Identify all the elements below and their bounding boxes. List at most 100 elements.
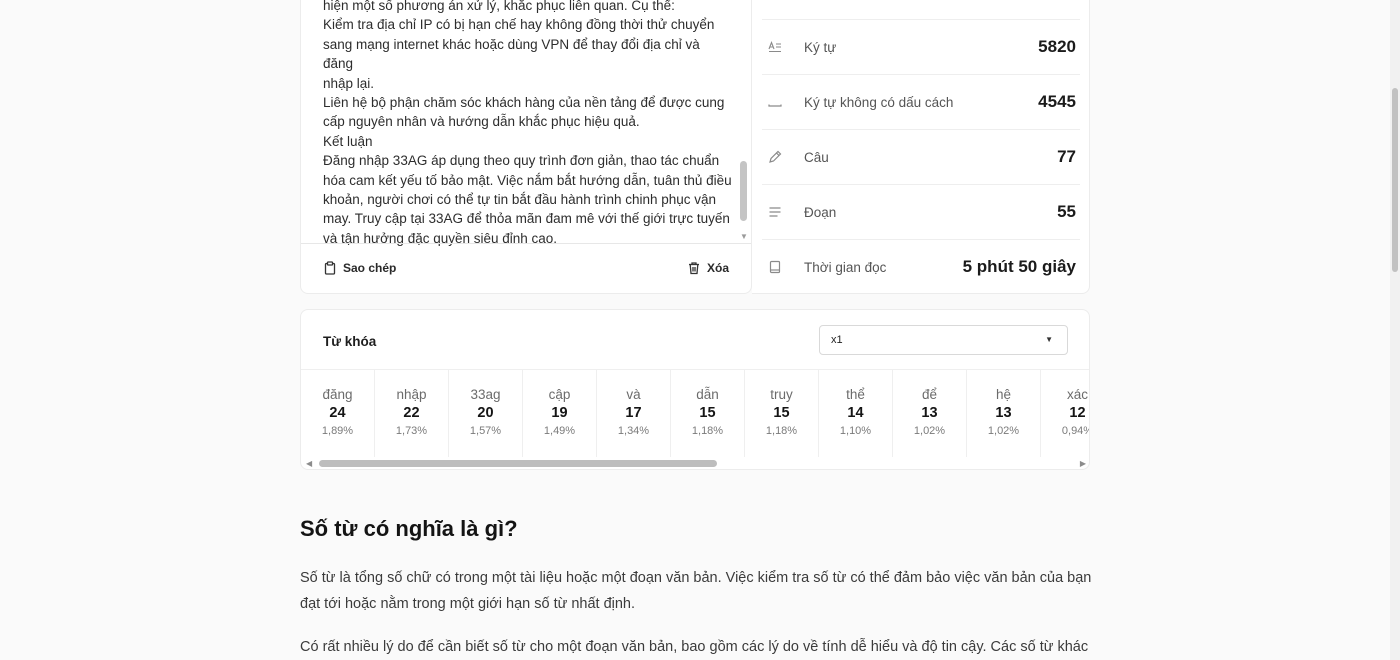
keyword-count: 13	[921, 405, 938, 421]
stat-value: 5820	[1038, 37, 1076, 56]
editor-footer: Sao chép Xóa	[301, 243, 751, 295]
page-scrollbar-thumb[interactable]	[1392, 88, 1398, 272]
keyword-count: 19	[551, 405, 568, 421]
keyword-count: 14	[847, 405, 864, 421]
editor-line: khoản, người chơi có thể tự tin bắt đầu …	[323, 192, 717, 208]
keyword-percent: 1,34%	[617, 425, 650, 437]
keyword-count: 17	[625, 405, 642, 421]
keyword-percent: 1,18%	[765, 425, 798, 437]
paragraph-icon	[768, 205, 782, 219]
keyword-count: 12	[1069, 405, 1086, 421]
keyword-percent: 1,10%	[839, 425, 872, 437]
trash-icon	[688, 262, 699, 275]
stat-label: Thời gian đọc	[804, 259, 887, 275]
keywords-card: Từ khóa x1 ▼ đăng 24 1,89% nhập 22 1,73% 33a…	[300, 309, 1090, 470]
page-scrollbar[interactable]	[1390, 0, 1400, 660]
keyword-item: thể 14 1,10%	[819, 370, 893, 457]
keywords-title: Từ khóa	[323, 334, 377, 349]
keyword-word: xác	[1066, 387, 1088, 402]
keyword-item: và 17 1,34%	[597, 370, 671, 457]
keyword-scrollbar-thumb[interactable]	[319, 460, 717, 467]
keyword-word: truy	[770, 387, 793, 402]
stat-value: 77	[1057, 147, 1076, 166]
clear-label: Xóa	[706, 261, 729, 275]
article-paragraph: Số từ là tổng số chữ có trong một tài li…	[300, 570, 1092, 612]
clipboard-icon	[324, 261, 336, 275]
ngram-select-value: x1	[831, 334, 843, 346]
editor-scrollbar[interactable]: ▼	[739, 1, 749, 241]
keyword-item: cập 19 1,49%	[523, 370, 597, 457]
space-icon	[768, 95, 782, 109]
keyword-item: xác 12 0,94%	[1041, 370, 1090, 457]
keyword-list[interactable]: đăng 24 1,89% nhập 22 1,73% 33ag 20 1,57% cập 1…	[301, 369, 1090, 457]
keyword-percent: 1,02%	[913, 425, 946, 437]
article-heading: Số từ có nghĩa là gì?	[300, 516, 518, 541]
book-icon	[768, 260, 782, 274]
ngram-select[interactable]: x1 ▼	[819, 325, 1068, 355]
keyword-percent: 1,89%	[321, 425, 354, 437]
clear-button[interactable]: Xóa	[687, 261, 729, 275]
stat-value: 55	[1057, 202, 1076, 221]
text-size-icon	[768, 40, 782, 54]
keyword-item: 33ag 20 1,57%	[449, 370, 523, 457]
stat-sentences: Câu 77	[762, 129, 1080, 184]
editor-line: hiện một số phương án xử lý, khắc phục l…	[323, 0, 675, 13]
keyword-percent: 1,02%	[987, 425, 1020, 437]
keyword-count: 15	[699, 405, 716, 421]
keyword-count: 22	[403, 405, 420, 421]
keyword-item: nhập 22 1,73%	[375, 370, 449, 457]
stat-paragraphs: Đoạn 55	[762, 184, 1080, 239]
keyword-word: để	[921, 387, 938, 402]
scroll-down-arrow-icon[interactable]: ▼	[739, 233, 749, 241]
keyword-percent: 0,94%	[1061, 425, 1090, 437]
editor-line: Kiểm tra địa chỉ IP có bị hạn chế hay kh…	[323, 17, 715, 33]
keyword-count: 13	[995, 405, 1012, 421]
stat-label: Ký tự	[804, 39, 837, 55]
keyword-word: cập	[548, 387, 571, 402]
editor-line: cấp nguyên nhân và hướng dẫn khắc phục h…	[323, 114, 640, 130]
chevron-down-icon: ▼	[1045, 335, 1053, 344]
keyword-percent: 1,57%	[469, 425, 502, 437]
editor-line: Liên hệ bộ phận chăm sóc khách hàng của …	[323, 95, 725, 111]
editor-line: nhập lại.	[323, 75, 375, 91]
keyword-word: nhập	[396, 387, 427, 402]
copy-label: Sao chép	[343, 261, 397, 275]
keyword-percent: 1,73%	[395, 425, 428, 437]
stat-label: Ký tự không có dấu cách	[804, 94, 954, 110]
pencil-icon	[768, 150, 782, 164]
keyword-item: đăng 24 1,89%	[301, 370, 375, 457]
stat-label: Câu	[804, 149, 829, 165]
keyword-scrollbar[interactable]: ◀ ▶	[301, 457, 1089, 469]
copy-button[interactable]: Sao chép	[323, 261, 396, 275]
keyword-word: dẫn	[696, 387, 719, 402]
stats-card: Ký tự 5820 Ký tự không có dấu cách 4545 …	[752, 0, 1090, 294]
keyword-item: dẫn 15 1,18%	[671, 370, 745, 457]
article-paragraph: Có rất nhiều lý do để cần biết số từ cho…	[300, 639, 1089, 655]
text-editor-card: hiện một số phương án xử lý, khắc phục l…	[300, 0, 752, 294]
stat-value: 4545	[1038, 92, 1076, 111]
stat-label: Đoạn	[804, 204, 837, 220]
editor-line: hóa cam kết yếu tố bảo mật. Việc nắm bắt…	[323, 172, 732, 188]
keyword-word: thể	[846, 387, 865, 402]
keyword-item: hệ 13 1,02%	[967, 370, 1041, 457]
keyword-word: 33ag	[470, 387, 501, 402]
keyword-count: 20	[477, 405, 494, 421]
editor-line: Đăng nhập 33AG áp dụng theo quy trình đơ…	[323, 153, 720, 169]
editor-line: Kết luận	[323, 133, 373, 149]
keyword-item: truy 15 1,18%	[745, 370, 819, 457]
stat-value: 5 phút 50 giây	[962, 257, 1076, 276]
keyword-count: 15	[773, 405, 790, 421]
keyword-count: 24	[329, 405, 346, 421]
keyword-percent: 1,18%	[691, 425, 724, 437]
stat-reading-time: Thời gian đọc 5 phút 50 giây	[762, 239, 1080, 294]
keyword-item: để 13 1,02%	[893, 370, 967, 457]
editor-scrollbar-thumb[interactable]	[740, 161, 747, 221]
editor-textarea[interactable]: hiện một số phương án xử lý, khắc phục l…	[323, 0, 733, 248]
keyword-word: hệ	[995, 387, 1012, 402]
editor-line: sang mạng internet khác hoặc dùng VPN để…	[323, 36, 700, 72]
stat-characters: Ký tự 5820	[762, 19, 1080, 74]
keyword-word: đăng	[322, 387, 353, 402]
scroll-right-arrow-icon[interactable]: ▶	[1080, 459, 1086, 468]
keyword-percent: 1,49%	[543, 425, 576, 437]
scroll-left-arrow-icon[interactable]: ◀	[306, 459, 312, 468]
